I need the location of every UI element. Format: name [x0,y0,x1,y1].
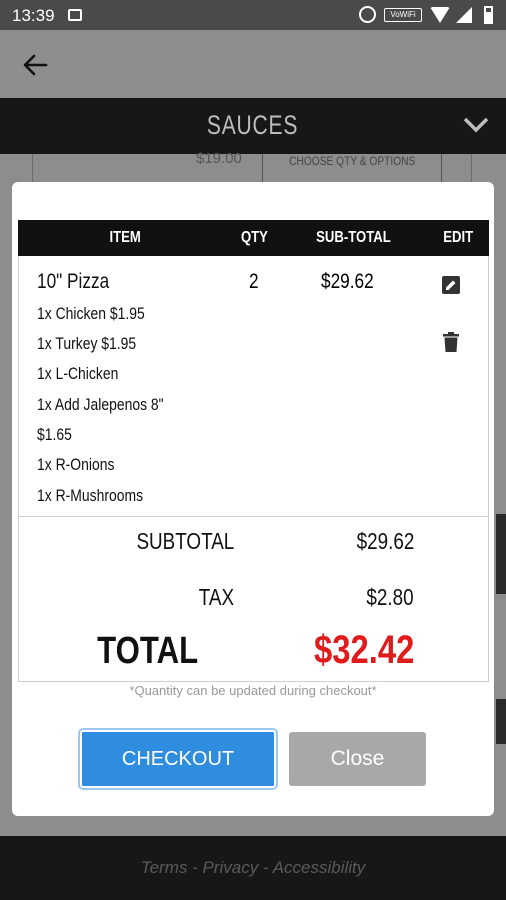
column-edit: EDIT [443,229,474,246]
chevron-down-icon[interactable] [462,116,490,134]
signal-icon [456,7,472,23]
cart-item-option: 1x Chicken $1.95 [37,304,145,323]
alarm-icon [359,6,376,23]
cart-table-header: ITEM QTY SUB-TOTAL EDIT [18,220,489,256]
app-bar [0,30,506,98]
tax-label: TAX [198,584,234,610]
column-subtotal: SUB-TOTAL [316,229,391,246]
cart-divider [19,516,488,517]
cart-item-option: 1x Add Jalepenos 8" [37,395,164,414]
close-button[interactable]: Close [289,732,426,786]
column-item: ITEM [109,229,141,246]
cart-item-option: 1x Turkey $1.95 [37,334,137,353]
vowifi-icon: VoWiFi [384,8,422,22]
subtotal-label: SUBTOTAL [136,528,234,554]
edit-pencil-icon[interactable] [442,276,460,294]
cart-item-qty: 2 [249,270,259,293]
footer-links[interactable]: Terms - Privacy - Accessibility [0,858,506,878]
cart-table-body: 10" Pizza 1x Chicken $1.95 1x Turkey $1.… [18,256,489,682]
image-notification-icon [68,9,82,21]
footer: Terms - Privacy - Accessibility [0,836,506,900]
total-value: $32.42 [313,628,414,672]
cart-item-name: 10" Pizza [37,270,110,293]
battery-icon [484,6,493,24]
checkout-button[interactable]: CHECKOUT [78,728,278,790]
cart-item-subtotal: $29.62 [321,270,374,293]
category-title: SAUCES [207,110,299,140]
cart-modal: ITEM QTY SUB-TOTAL EDIT 10" Pizza 1x Chi… [12,182,494,816]
wifi-icon [430,7,450,23]
choose-options-label: CHOOSE QTY & OPTIONS [288,154,416,168]
menu-item-price: $19.00 [196,150,242,167]
status-time: 13:39 [12,6,55,25]
back-arrow-icon[interactable] [22,52,48,78]
category-bar[interactable]: SAUCES [0,98,506,154]
scroll-indicator [496,699,506,744]
total-label: TOTAL [97,630,198,672]
cart-item-option: 1x L-Chicken [37,364,119,383]
subtotal-value: $29.62 [356,528,414,554]
cart-item-option: 1x R-Mushrooms [37,486,144,505]
column-qty: QTY [240,229,268,246]
delete-trash-icon[interactable] [442,332,460,352]
scroll-indicator [496,514,506,594]
quantity-note: *Quantity can be updated during checkout… [129,683,377,698]
cart-item-option: $1.65 [37,425,72,444]
tax-value: $2.80 [366,584,414,610]
choose-options-button[interactable]: CHOOSE QTY & OPTIONS [262,154,442,184]
status-bar: 13:39 VoWiFi [0,0,506,30]
cart-item-option: 1x R-Onions [37,455,115,474]
